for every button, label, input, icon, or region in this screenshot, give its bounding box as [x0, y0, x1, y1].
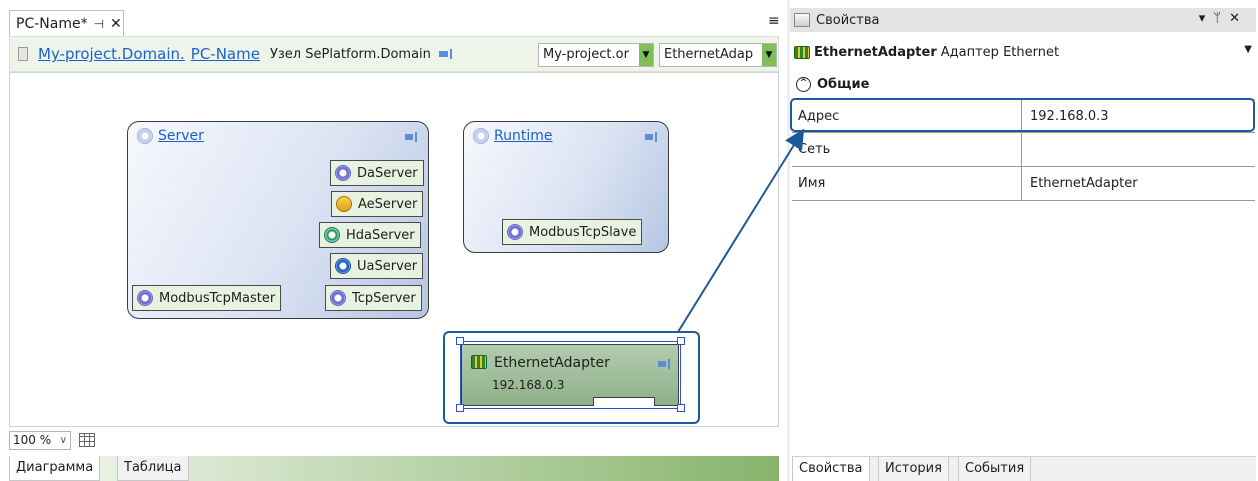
- collapse-icon[interactable]: [645, 132, 659, 142]
- project-combo[interactable]: My-project.or ▼: [538, 43, 654, 67]
- close-icon[interactable]: ✕: [1229, 11, 1248, 26]
- resize-handle[interactable]: [677, 337, 685, 345]
- gear-icon: [335, 165, 351, 181]
- zoom-bar: 100 % ∨: [9, 430, 95, 450]
- zoom-combo[interactable]: 100 % ∨: [9, 430, 71, 450]
- breadcrumb-link-domain[interactable]: My-project.Domain.: [38, 45, 185, 63]
- module-label: TcpServer: [352, 290, 416, 306]
- chevron-up-icon[interactable]: ^: [796, 76, 811, 92]
- panel-buttons: ▾ᛘ✕: [1199, 11, 1248, 26]
- module-modbustcpslave[interactable]: ModbusTcpSlave: [502, 219, 643, 245]
- node-type-label: Узел SePlatform.Domain: [269, 46, 431, 62]
- dropdown-icon[interactable]: ▾: [1199, 11, 1214, 26]
- chevron-down-icon[interactable]: ▼: [762, 44, 776, 66]
- gear-icon: [137, 128, 153, 144]
- tab-events[interactable]: События: [958, 457, 1032, 481]
- grid-icon[interactable]: [79, 433, 95, 447]
- properties-header: Свойства ▾ᛘ✕: [790, 8, 1256, 32]
- properties-icon: [794, 13, 810, 27]
- module-hdaserver[interactable]: HdaServer: [319, 222, 421, 248]
- property-value[interactable]: [1022, 133, 1255, 166]
- pin-icon[interactable]: ᛘ: [1213, 11, 1229, 26]
- property-key: Имя: [792, 167, 1022, 200]
- object-class: Адаптер Ethernet: [940, 44, 1060, 60]
- view-tabs: Диаграмма Таблица: [9, 456, 779, 481]
- document-tabstrip: PC-Name* ⊣ ✕ ≡: [0, 0, 787, 36]
- server-node[interactable]: Server DaServer AeServer HdaServer UaSer…: [127, 121, 429, 319]
- chevron-down-icon[interactable]: ∨: [60, 432, 67, 449]
- diagram-editor: PC-Name* ⊣ ✕ ≡ My-project.Domain. PC-Nam…: [0, 0, 787, 481]
- gear-icon: [507, 224, 523, 240]
- module-label: ModbusTcpSlave: [529, 224, 637, 240]
- module-label: DaServer: [357, 165, 418, 181]
- object-selector[interactable]: EthernetAdapter Адаптер Ethernet ▼: [790, 40, 1256, 64]
- property-row-name[interactable]: Имя EthernetAdapter: [792, 167, 1255, 201]
- runtime-node-title[interactable]: Runtime: [494, 128, 552, 144]
- resize-handle[interactable]: [456, 337, 464, 345]
- ua-icon: [335, 258, 351, 274]
- module-label: HdaServer: [346, 227, 415, 243]
- tab-history[interactable]: История: [878, 457, 949, 481]
- category-label: Общие: [817, 76, 870, 92]
- module-label: ModbusTcpMaster: [159, 290, 276, 306]
- breadcrumb: My-project.Domain. PC-Name Узел SePlatfo…: [9, 36, 779, 72]
- collapse-icon[interactable]: [438, 49, 455, 59]
- properties-title: Свойства: [816, 12, 880, 28]
- resize-handle[interactable]: [456, 404, 464, 412]
- adapter-combo-value: EthernetAdap: [664, 47, 754, 62]
- properties-panel: Свойства ▾ᛘ✕ EthernetAdapter Адаптер Eth…: [790, 0, 1258, 481]
- document-icon: [18, 47, 28, 61]
- pin-icon[interactable]: ⊣: [94, 17, 104, 31]
- module-modbustcpmaster[interactable]: ModbusTcpMaster: [132, 285, 282, 311]
- gear-icon: [137, 290, 153, 306]
- property-value[interactable]: EthernetAdapter: [1022, 167, 1255, 200]
- property-key: Сеть: [792, 133, 1022, 166]
- module-uaserver[interactable]: UaServer: [330, 253, 424, 279]
- tab-properties[interactable]: Свойства: [792, 457, 870, 481]
- gear-icon: [330, 290, 346, 306]
- tab-table[interactable]: Таблица: [117, 456, 189, 481]
- document-tab-label: PC-Name*: [16, 15, 88, 32]
- adapter-combo[interactable]: EthernetAdap ▼: [659, 43, 777, 67]
- chevron-down-icon[interactable]: ▼: [639, 44, 653, 66]
- diagram-canvas[interactable]: Server DaServer AeServer HdaServer UaSer…: [9, 72, 779, 427]
- close-icon[interactable]: ✕: [110, 16, 122, 32]
- module-aeserver[interactable]: AeServer: [331, 191, 424, 217]
- breadcrumb-link-pc-name[interactable]: PC-Name: [191, 45, 260, 63]
- module-label: AeServer: [358, 196, 418, 212]
- property-row-network[interactable]: Сеть: [792, 133, 1255, 167]
- document-tab[interactable]: PC-Name* ⊣ ✕: [9, 10, 124, 36]
- module-daserver[interactable]: DaServer: [330, 160, 424, 186]
- chevron-down-icon[interactable]: ▼: [1244, 44, 1252, 55]
- tab-menu-icon[interactable]: ≡: [768, 13, 780, 29]
- network-card-icon: [794, 45, 810, 59]
- zoom-value: 100 %: [13, 432, 52, 447]
- tab-diagram[interactable]: Диаграмма: [9, 456, 101, 481]
- module-tcpserver[interactable]: TcpServer: [325, 285, 422, 311]
- module-label: UaServer: [357, 258, 418, 274]
- bell-icon: [336, 196, 352, 212]
- project-combo-value: My-project.or: [543, 47, 629, 62]
- gear-icon: [473, 128, 489, 144]
- collapse-icon[interactable]: [405, 132, 419, 142]
- history-clock-icon: [324, 227, 340, 243]
- object-name: EthernetAdapter: [814, 44, 937, 60]
- category-general[interactable]: ^ Общие: [790, 72, 1256, 96]
- runtime-node[interactable]: Runtime ModbusTcpSlave: [463, 121, 669, 253]
- properties-tabs: Свойства История События: [792, 456, 1256, 481]
- server-node-title[interactable]: Server: [158, 128, 204, 144]
- resize-handle[interactable]: [677, 404, 685, 412]
- selected-row-highlight: [790, 98, 1255, 132]
- selection-box: [460, 341, 681, 409]
